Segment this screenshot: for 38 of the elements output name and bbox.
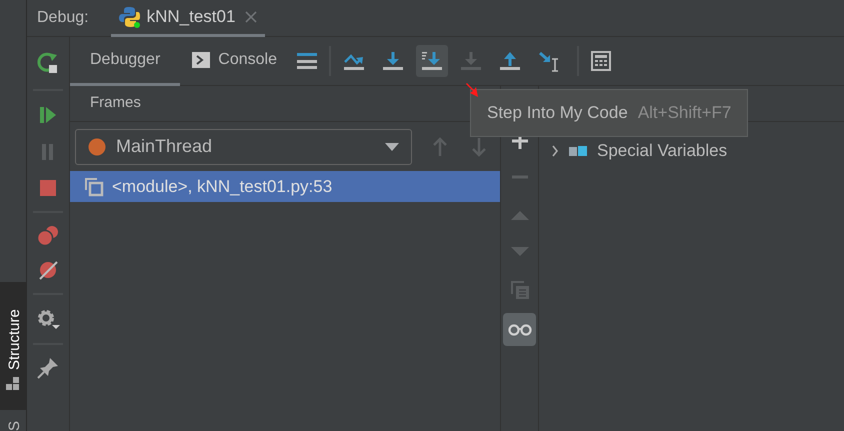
glasses-icon <box>508 324 532 336</box>
frames-icon <box>84 176 104 196</box>
frame-row[interactable]: <module>, kNN_test01.py:53 <box>70 171 500 202</box>
tab[interactable]: Console <box>180 36 289 86</box>
tab[interactable]: Debugger <box>70 36 180 86</box>
variable-label: Special Variables <box>597 140 728 162</box>
rerun-icon[interactable] <box>36 51 60 75</box>
console-icon <box>192 52 210 68</box>
caret-icon <box>385 142 399 150</box>
calculator-icon[interactable] <box>590 51 611 71</box>
step-into-icon[interactable] <box>416 45 448 77</box>
frames-title: Frames <box>90 93 141 114</box>
thread-status-dot-icon <box>88 138 106 156</box>
tool-window-tab[interactable]: Structure <box>0 282 27 410</box>
run-to-cursor-icon[interactable] <box>538 50 560 72</box>
stop-icon[interactable] <box>39 179 57 197</box>
python-icon <box>118 6 141 28</box>
pin-icon[interactable] <box>37 357 59 379</box>
chevron-right-icon[interactable] <box>551 145 559 157</box>
glasses-toggle[interactable] <box>503 313 536 346</box>
frame-label: <module>, kNN_test01.py:53 <box>112 176 332 198</box>
step-into-icon[interactable] <box>382 50 404 72</box>
resume-icon[interactable] <box>38 105 58 125</box>
thread-name: MainThread <box>116 135 214 158</box>
breakpoints-icon[interactable] <box>37 225 59 247</box>
menu-icon[interactable] <box>296 52 317 70</box>
tool-window-tab[interactable]: S <box>0 415 27 431</box>
step-out-icon[interactable] <box>499 50 522 72</box>
arrow-icon <box>466 82 479 98</box>
tooltip-text: Step Into My Code <box>487 102 628 124</box>
tooltip-shortcut: Alt+Shift+F7 <box>638 102 732 124</box>
structure-icon <box>6 377 20 391</box>
thread-dropdown[interactable]: MainThread <box>75 128 412 164</box>
gear-icon[interactable] <box>35 307 61 331</box>
mute-breakpoints-icon[interactable] <box>37 259 59 281</box>
run-tab-label: kNN_test01 <box>146 6 236 28</box>
variables-icon <box>569 146 587 156</box>
debug-label: Debug: <box>37 8 89 28</box>
